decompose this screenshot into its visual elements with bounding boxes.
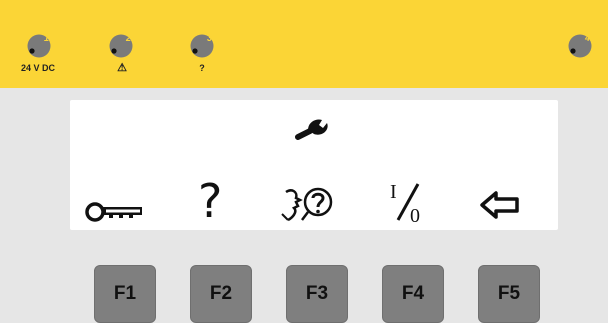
led-icon: 3 bbox=[190, 33, 214, 58]
wrench-icon bbox=[295, 119, 328, 140]
f4-button[interactable]: F4 bbox=[382, 265, 444, 323]
led-caption-help: ? bbox=[199, 63, 205, 73]
lcd-display: ? I 0 bbox=[70, 100, 558, 230]
led-caption-warning: ⚠ bbox=[117, 62, 127, 74]
led-indicator-4: 4 bbox=[565, 31, 595, 61]
led-caption-power: 24 V DC bbox=[20, 63, 56, 73]
io-slash-icon: I 0 bbox=[390, 181, 420, 227]
f2-button[interactable]: F2 bbox=[190, 265, 252, 323]
back-arrow-icon bbox=[480, 191, 519, 219]
led-number: 3 bbox=[207, 33, 212, 43]
help-person-icon bbox=[281, 187, 333, 222]
led-indicator-1: 1 bbox=[24, 31, 54, 61]
led-icon: 2 bbox=[109, 33, 133, 58]
led-number: 2 bbox=[125, 33, 131, 43]
f1-button[interactable]: F1 bbox=[94, 265, 156, 323]
led-number: 4 bbox=[584, 33, 590, 43]
status-bar: 1 24 V DC 2 ⚠ 3 ? 4 bbox=[0, 0, 608, 88]
f5-button[interactable]: F5 bbox=[478, 265, 540, 323]
led-indicator-2: 2 bbox=[106, 31, 136, 61]
question-icon: ? bbox=[198, 174, 223, 228]
key-icon bbox=[85, 202, 142, 222]
led-icon: 1 bbox=[27, 33, 51, 58]
led-indicator-3: 3 bbox=[187, 31, 217, 61]
f3-button[interactable]: F3 bbox=[286, 265, 348, 323]
svg-text:0: 0 bbox=[410, 205, 420, 226]
io-icon: I 0 bbox=[388, 178, 428, 227]
led-icon: 4 bbox=[568, 33, 592, 58]
svg-text:I: I bbox=[390, 181, 397, 203]
led-number: 1 bbox=[44, 33, 49, 43]
